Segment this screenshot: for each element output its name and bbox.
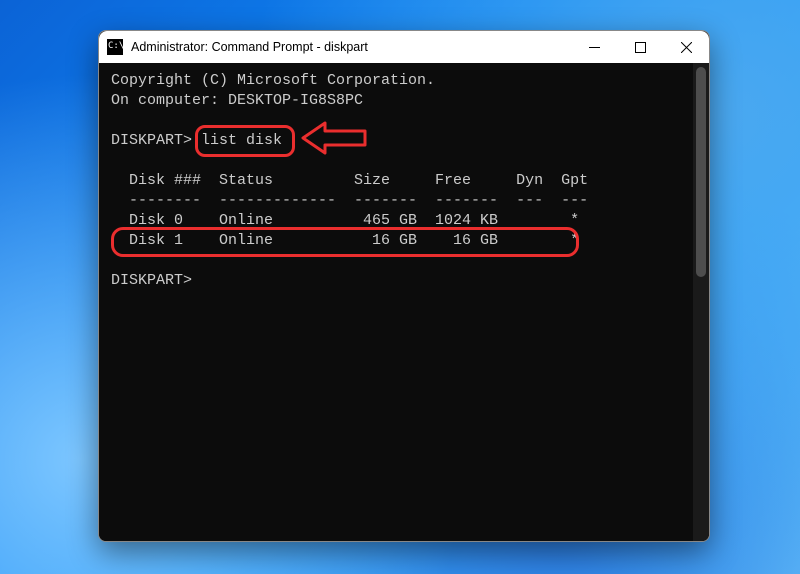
copyright-line: Copyright (C) Microsoft Corporation. (111, 72, 435, 89)
terminal-output[interactable]: Copyright (C) Microsoft Corporation. On … (99, 63, 709, 541)
maximize-button[interactable] (617, 31, 663, 63)
scrollbar-thumb[interactable] (696, 67, 706, 277)
titlebar[interactable]: Administrator: Command Prompt - diskpart (99, 31, 709, 64)
prompt-1-prefix: DISKPART> (111, 132, 192, 149)
vertical-scrollbar[interactable] (693, 63, 709, 541)
command-prompt-window: Administrator: Command Prompt - diskpart… (98, 30, 710, 542)
minimize-button[interactable] (571, 31, 617, 63)
window-title: Administrator: Command Prompt - diskpart (131, 40, 368, 54)
table-divider: -------- ------------- ------- ------- -… (111, 192, 588, 209)
table-header: Disk ### Status Size Free Dyn Gpt (111, 172, 588, 189)
prompt-2: DISKPART> (111, 272, 192, 289)
close-button[interactable] (663, 31, 709, 63)
cmd-icon (107, 39, 123, 55)
table-row: Disk 0 Online 465 GB 1024 KB * (111, 212, 579, 229)
prompt-1-command: list disk (192, 132, 282, 149)
on-computer-line: On computer: DESKTOP-IG8S8PC (111, 92, 363, 109)
table-row: Disk 1 Online 16 GB 16 GB * (111, 232, 579, 249)
